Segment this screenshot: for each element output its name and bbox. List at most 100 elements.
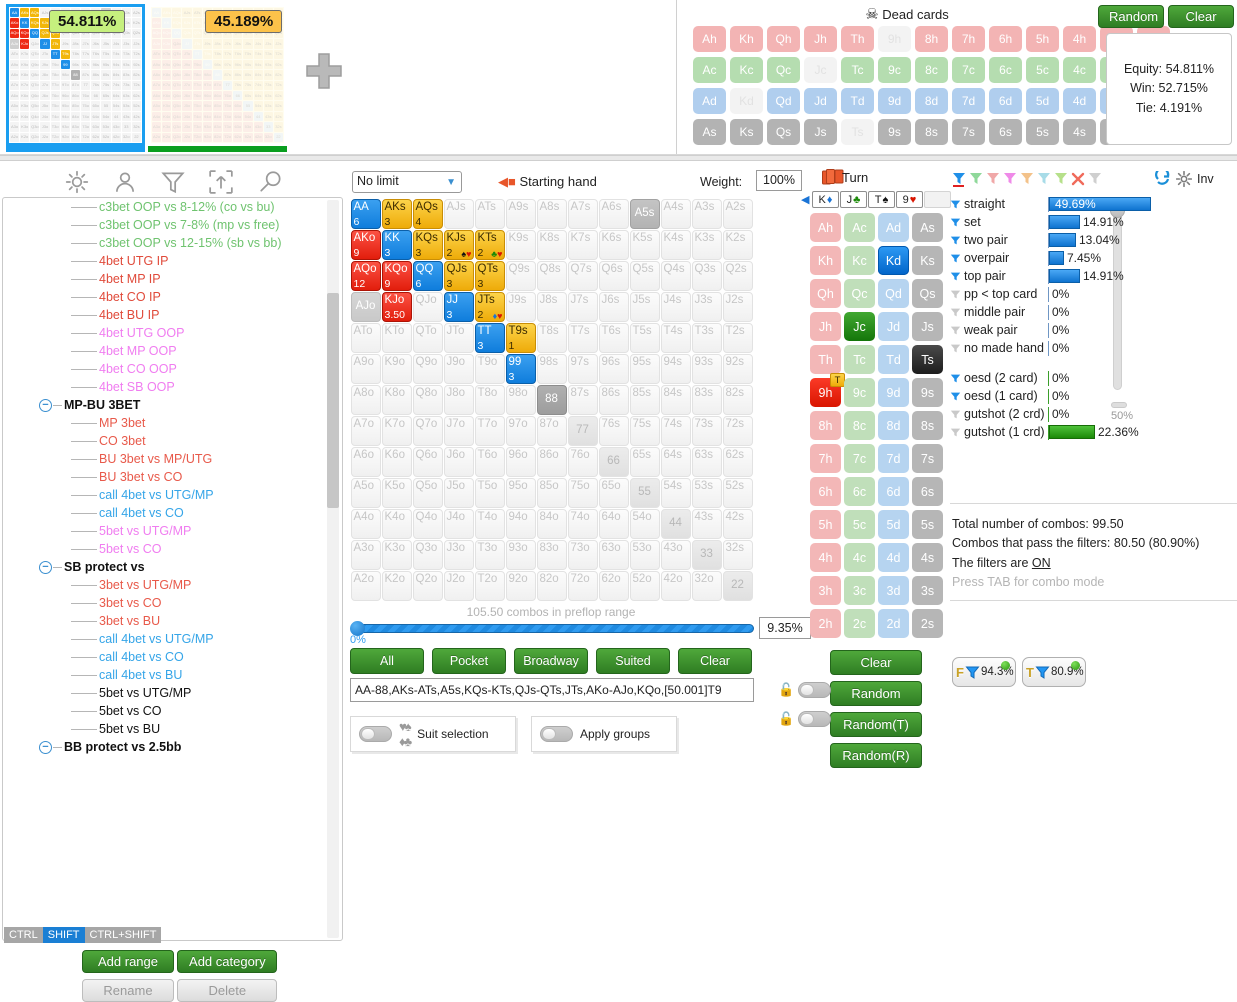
hand-cell-J2s[interactable]: J2s (722, 291, 753, 322)
hand-cell-52o[interactable]: 52o (629, 570, 660, 601)
deck-card-6h[interactable]: 6h (810, 477, 841, 506)
hand-cell-65s[interactable]: 65s (629, 446, 660, 477)
dead-card-7d[interactable]: 7d (952, 88, 985, 114)
deck-card-6d[interactable]: 6d (878, 477, 909, 506)
hand-cell-87o[interactable]: 87o (536, 415, 567, 446)
filter-green-icon[interactable] (969, 171, 983, 187)
deck-card-Kc[interactable]: Kc (844, 246, 875, 275)
dead-card-5h[interactable]: 5h (1026, 26, 1059, 52)
filter-row-oesd-2-card-[interactable]: oesd (2 card) 0% (950, 369, 1237, 387)
dead-card-8c[interactable]: 8c (915, 57, 948, 83)
hand-cell-K8s[interactable]: K8s (536, 229, 567, 260)
filter-grey-icon[interactable] (1088, 171, 1102, 187)
hand-cell-QTs[interactable]: QTs 3 (474, 260, 505, 291)
hand-cell-99[interactable]: 99 3 (505, 353, 536, 384)
dead-card-Ad[interactable]: Ad (693, 88, 726, 114)
dead-card-Qc[interactable]: Qc (767, 57, 800, 83)
hand-cell-A7s[interactable]: A7s (567, 198, 598, 229)
collapse-icon[interactable]: − (39, 741, 52, 755)
deck-card-8d[interactable]: 8d (878, 411, 909, 440)
hand-cell-Q8s[interactable]: Q8s (536, 260, 567, 291)
hand-cell-84s[interactable]: 84s (660, 384, 691, 415)
hand-cell-AKs[interactable]: AKs 3 (381, 198, 412, 229)
collapse-icon[interactable]: − (39, 399, 52, 413)
deck-card-7s[interactable]: 7s (912, 444, 943, 473)
hand-cell-J7o[interactable]: J7o (443, 415, 474, 446)
hand-cell-32s[interactable]: 32s (722, 539, 753, 570)
deck-card-3c[interactable]: 3c (844, 576, 875, 605)
hand-cell-K6s[interactable]: K6s (598, 229, 629, 260)
hand-cell-86o[interactable]: 86o (536, 446, 567, 477)
deck-card-7h[interactable]: 7h (810, 444, 841, 473)
tree-range-item[interactable]: call 4bet vs CO (3, 648, 328, 666)
deck-card-6c[interactable]: 6c (844, 477, 875, 506)
deck-card-Ac[interactable]: Ac (844, 213, 875, 242)
hand-cell-KTs[interactable]: KTs 2 ♣♥ (474, 229, 505, 260)
filter-row-no-made-hand[interactable]: no made hand 0% (950, 339, 1237, 357)
tree-range-item[interactable]: 4bet CO OOP (3, 360, 328, 378)
dead-card-4s[interactable]: 4s (1063, 119, 1096, 145)
hand-cell-Q6o[interactable]: Q6o (412, 446, 443, 477)
deck-card-4h[interactable]: 4h (810, 543, 841, 572)
gear-icon[interactable] (1176, 171, 1192, 187)
dead-card-6h[interactable]: 6h (989, 26, 1022, 52)
inv-label[interactable]: Inv (1197, 172, 1214, 186)
dead-card-Kh[interactable]: Kh (730, 26, 763, 52)
dead-card-4h[interactable]: 4h (1063, 26, 1096, 52)
deck-card-5s[interactable]: 5s (912, 510, 943, 539)
deck-card-3s[interactable]: 3s (912, 576, 943, 605)
quick-select-all-button[interactable]: All (350, 648, 424, 674)
deck-card-Jh[interactable]: Jh (810, 312, 841, 341)
tree-range-item[interactable]: c3bet OOP vs 7-8% (mp vs free) (3, 216, 328, 234)
hand-cell-72s[interactable]: 72s (722, 415, 753, 446)
hand-cell-A4o[interactable]: A4o (350, 508, 381, 539)
hand-cell-32o[interactable]: 32o (691, 570, 722, 601)
filter-blue-icon[interactable] (952, 171, 966, 187)
funnel-icon[interactable] (950, 199, 961, 210)
dead-card-8h[interactable]: 8h (915, 26, 948, 52)
deck-card-9h[interactable]: 9h T (810, 373, 845, 407)
hand-cell-52s[interactable]: 52s (722, 477, 753, 508)
dead-card-5c[interactable]: 5c (1026, 57, 1059, 83)
filter-row-oesd-1-card-[interactable]: oesd (1 card) 0% (950, 387, 1237, 405)
tree-range-item[interactable]: 4bet UTG IP (3, 252, 328, 270)
deck-card-5h[interactable]: 5h (810, 510, 841, 539)
filter-row-set[interactable]: set 14.91% (950, 213, 1237, 231)
range-string-input[interactable]: AA-88,AKs-ATs,A5s,KQs-KTs,QJs-QTs,JTs,AK… (350, 678, 754, 702)
deck-card-2h[interactable]: 2h (810, 609, 841, 638)
unlocked-padlock-icon[interactable]: 🔓 (778, 711, 794, 727)
hand-cell-K6o[interactable]: K6o (381, 446, 412, 477)
tree-range-item[interactable]: c3bet OOP vs 12-15% (sb vs bb) (3, 234, 328, 252)
hand-cell-66[interactable]: 66 (598, 446, 629, 477)
funnel-icon[interactable] (950, 253, 961, 264)
deck-card-Ad[interactable]: Ad (878, 213, 909, 242)
hand-cell-64s[interactable]: 64s (660, 446, 691, 477)
dead-card-Jh[interactable]: Jh (804, 26, 837, 52)
dead-card-7h[interactable]: 7h (952, 26, 985, 52)
filter-lightgreen-icon[interactable] (1054, 171, 1068, 187)
quick-select-suited-button[interactable]: Suited (596, 648, 670, 674)
funnel-icon[interactable] (950, 217, 961, 228)
hand-cell-T8s[interactable]: T8s (536, 322, 567, 353)
filter-row-weak-pair[interactable]: weak pair 0% (950, 321, 1237, 339)
hand-cell-T4o[interactable]: T4o (474, 508, 505, 539)
hand-cell-QTo[interactable]: QTo (412, 322, 443, 353)
funnel-icon[interactable] (950, 235, 961, 246)
hand-cell-J5s[interactable]: J5s (629, 291, 660, 322)
hand-cell-KQo[interactable]: KQo 9 (381, 260, 412, 291)
board-card-K♦[interactable]: K ♦ (812, 191, 839, 208)
suit-selection-toggle[interactable] (359, 726, 392, 742)
lock-toggle-t[interactable] (798, 682, 832, 698)
filter-state-value[interactable]: ON (1032, 556, 1051, 570)
hand-cell-Q3o[interactable]: Q3o (412, 539, 443, 570)
hand-range-grid[interactable]: AA 6 AKs 3 AQs 4 AJs ATs A9s A8s A7s A6s A5s A4s A3s A2… (350, 198, 754, 601)
refresh-icon[interactable] (1155, 171, 1171, 187)
funnel-icon[interactable] (950, 391, 961, 402)
hand-cell-96o[interactable]: 96o (505, 446, 536, 477)
hand-cell-94o[interactable]: 94o (505, 508, 536, 539)
deck-card-4c[interactable]: 4c (844, 543, 875, 572)
weight-input[interactable]: 100% (756, 170, 802, 191)
deck-card-Kd[interactable]: Kd (878, 246, 909, 275)
dead-card-8s[interactable]: 8s (915, 119, 948, 145)
funnel-icon[interactable] (950, 373, 961, 384)
